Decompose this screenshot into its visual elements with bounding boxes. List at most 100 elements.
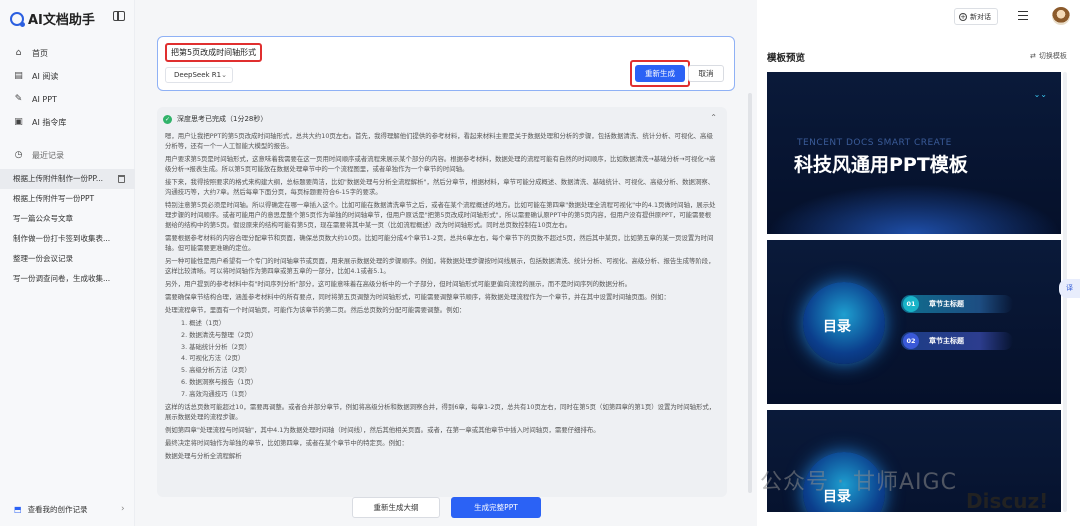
my-records-label: 查看我的创作记录 <box>27 505 88 514</box>
switch-icon: ⇄ <box>1030 52 1036 60</box>
paragraph: 处理流程章节，里面有一个时间轴页，可能作为该章节的第二页。然后总页数的分配可能需… <box>165 306 466 314</box>
thinking-text: 嗯，用户让我把PPT的第5页改成时间轴形式，总共大约10页左右。首先，我得理解他… <box>165 131 717 464</box>
list-item: 7. 高效沟通技巧（1页） <box>181 389 251 398</box>
prompt-card: 把第5页改成时间轴形式 DeepSeek R1 ⌄ 重新生成 取消 <box>157 36 735 91</box>
chapter-number: 01 <box>903 296 919 312</box>
discuz-logo: Discuz! <box>966 489 1049 513</box>
nav-menu: ⌂ 首页 ▤ AI 阅读 ✎ AI PPT ▣ AI 指令库 <box>0 42 135 134</box>
action-bar: 重新生成大纲 生成完整PPT <box>135 497 757 526</box>
chapter-title: 章节主标题 <box>929 337 964 345</box>
list-item-label: 整理一份会议记录 <box>13 254 73 263</box>
generate-ppt-button[interactable]: 生成完整PPT <box>451 497 541 518</box>
nav-label: 首页 <box>32 49 48 58</box>
model-select-value: DeepSeek R1 <box>174 71 222 79</box>
nav-item-home[interactable]: ⌂ 首页 <box>0 42 135 65</box>
switch-template-label: 切换模板 <box>1038 52 1067 60</box>
paragraph: 需要确保章节结构合理，涵盖参考材料中的所有要点，同时将第五页调整为时间轴形式，可… <box>165 293 670 301</box>
chapter-number: 02 <box>903 333 919 349</box>
plus-icon: + <box>959 12 967 21</box>
nav-label: AI 阅读 <box>32 72 59 81</box>
clock-icon: ◷ <box>14 150 23 160</box>
thinking-panel: ✓ 深度思考已完成（1分28秒） ⌃ 嗯，用户让我把PPT的第5页改成时间轴形式… <box>157 107 727 497</box>
menu-icon[interactable] <box>1018 11 1028 20</box>
chapter-title: 章节主标题 <box>929 300 964 308</box>
paragraph: 用户要求第5页是时间轴形式，这意味着我需要在这一页用时间顺序或者流程来展示某个部… <box>165 155 716 173</box>
list-item[interactable]: 根据上传附件制作一份PP... <box>0 169 135 189</box>
prompt-input[interactable]: 把第5页改成时间轴形式 <box>165 43 263 62</box>
list-item-label: 根据上传附件制作一份PP... <box>13 174 104 183</box>
trash-icon[interactable] <box>118 175 125 183</box>
nav-item-ai-read[interactable]: ▤ AI 阅读 <box>0 65 135 88</box>
home-icon: ⌂ <box>15 48 22 58</box>
list-item[interactable]: 制作做一份打卡签到收集表... <box>0 229 135 249</box>
slide-toc: 目录 01 章节主标题 02 章节主标题 <box>767 240 1061 404</box>
slide-cover: ⌄⌄ TENCENT DOCS SMART CREATE 科技风通用PPT模板 <box>767 72 1061 234</box>
recent-list: 根据上传附件制作一份PP... 根据上传附件写一份PPT 写一篇公众号文章 制作… <box>0 169 135 289</box>
chapter-item: 01 章节主标题 <box>901 295 1013 313</box>
paragraph: 需要根据参考材料的内容合理分配章节和页面，确保总页数大约10页。比如可能分成4个… <box>165 234 714 252</box>
paragraph: 特别注意第5页必须是时间轴。所以得确定在哪一章插入这个。比如可能在数据清洗章节之… <box>165 201 716 229</box>
list-item-label: 根据上传附件写一份PPT <box>13 194 95 203</box>
paragraph: 这样的话总页数可能超过10，需要再调整。或者合并部分章节，例如将高级分析和数据洞… <box>165 402 716 421</box>
my-records-link[interactable]: ⬒ 查看我的创作记录 › <box>14 504 125 515</box>
slide-title: 科技风通用PPT模板 <box>794 154 968 176</box>
regenerate-button[interactable]: 重新生成 <box>635 65 685 82</box>
cancel-button[interactable]: 取消 <box>688 65 724 82</box>
slide-glow <box>767 184 1061 234</box>
list-item: 5. 高级分析方法（2页） <box>181 366 251 375</box>
nav-item-command-library[interactable]: ▣ AI 指令库 <box>0 111 135 134</box>
thinking-header[interactable]: ✓ 深度思考已完成（1分28秒） <box>163 114 267 124</box>
sidebar: AI文档助手 ⌂ 首页 ▤ AI 阅读 ✎ AI PPT ▣ AI 指令库 ◷ … <box>0 0 135 526</box>
list-item[interactable]: 写一篇公众号文章 <box>0 209 135 229</box>
switch-template-button[interactable]: ⇄ 切换模板 <box>1030 51 1067 61</box>
sidebar-collapse-icon[interactable] <box>113 11 125 21</box>
new-chat-button[interactable]: + 新对话 <box>954 8 998 25</box>
thinking-status: 深度思考已完成（1分28秒） <box>177 115 268 123</box>
regenerate-outline-button[interactable]: 重新生成大纲 <box>352 497 440 518</box>
toc-label: 目录 <box>823 319 851 335</box>
chevron-up-icon[interactable]: ⌃ <box>710 113 717 122</box>
paragraph: 另外，用户提到的参考材料中有"时间序列分析"部分，这可能意味着在高级分析中的一个… <box>165 280 632 288</box>
ppt-icon: ✎ <box>14 94 23 104</box>
paragraph: 数据处理与分析全流程解析 <box>165 451 242 460</box>
list-item-label: 写一篇公众号文章 <box>13 214 73 223</box>
slide-subtitle: TENCENT DOCS SMART CREATE <box>797 138 952 148</box>
read-icon: ▤ <box>14 71 23 81</box>
nav-item-ai-ppt[interactable]: ✎ AI PPT <box>0 88 135 111</box>
list-item: 6. 数据洞察与报告（1页） <box>181 377 258 386</box>
paragraph: 另一种可能性是用户希望有一个专门的时间轴章节或页面，用来展示数据处理的步骤顺序。… <box>165 257 715 275</box>
model-select[interactable]: DeepSeek R1 ⌄ <box>165 67 233 83</box>
nav-label: AI PPT <box>32 95 57 104</box>
preview-title: 模板预览 <box>767 53 806 64</box>
chevron-down-icon: ⌄ <box>221 71 227 79</box>
records-icon: ⬒ <box>14 505 22 514</box>
recent-section-label: ◷ 最近记录 <box>14 150 64 161</box>
list-item: 4. 可视化方法（2页） <box>181 354 245 363</box>
list-item[interactable]: 写一份调查问卷，生成收集... <box>0 269 135 289</box>
main-panel: 把第5页改成时间轴形式 DeepSeek R1 ⌄ 重新生成 取消 ✓ 深度思考… <box>135 0 757 526</box>
list-item-label: 制作做一份打卡签到收集表... <box>13 234 111 243</box>
translate-tab[interactable]: 译 <box>1059 279 1080 298</box>
chevron-right-icon: › <box>121 504 125 514</box>
list-item[interactable]: 整理一份会议记录 <box>0 249 135 269</box>
outline-list: 1. 概述（1页） 2. 数据清洗与整理（2页） 3. 基础统计分析（2页） 4… <box>181 318 717 401</box>
avatar[interactable] <box>1052 7 1070 25</box>
list-item: 1. 概述（1页） <box>181 319 226 327</box>
paragraph: 最终决定将时间轴作为单独的章节，比如第四章，或者在某个章节中的特定页。例如： <box>165 438 408 447</box>
template-slides[interactable]: ⌄⌄ TENCENT DOCS SMART CREATE 科技风通用PPT模板 … <box>767 72 1061 512</box>
new-chat-label: 新对话 <box>970 12 991 21</box>
list-item: 2. 数据清洗与整理（2页） <box>181 330 258 339</box>
paragraph: 接下来，我得按照要求的格式来构建大纲，总标题要简洁，比如"数据处理与分析全流程解… <box>165 178 715 196</box>
nav-label: AI 指令库 <box>32 118 67 127</box>
list-item-label: 写一份调查问卷，生成收集... <box>13 274 111 283</box>
paragraph: 嗯，用户让我把PPT的第5页改成时间轴形式，总共大约10页左右。首先，我得理解他… <box>165 132 713 150</box>
list-item[interactable]: 根据上传附件写一份PPT <box>0 189 135 209</box>
watermark: 公众号 · 甘师AIGC <box>760 470 957 495</box>
chapter-item: 02 章节主标题 <box>901 332 1013 350</box>
arrow-decoration-icon: ⌄⌄ <box>1033 90 1047 99</box>
scrollbar[interactable] <box>748 93 752 493</box>
command-library-icon: ▣ <box>14 117 23 127</box>
list-item: 3. 基础统计分析（2页） <box>181 342 251 351</box>
brand[interactable]: AI文档助手 <box>10 9 95 28</box>
regenerate-highlight: 重新生成 <box>630 60 690 87</box>
